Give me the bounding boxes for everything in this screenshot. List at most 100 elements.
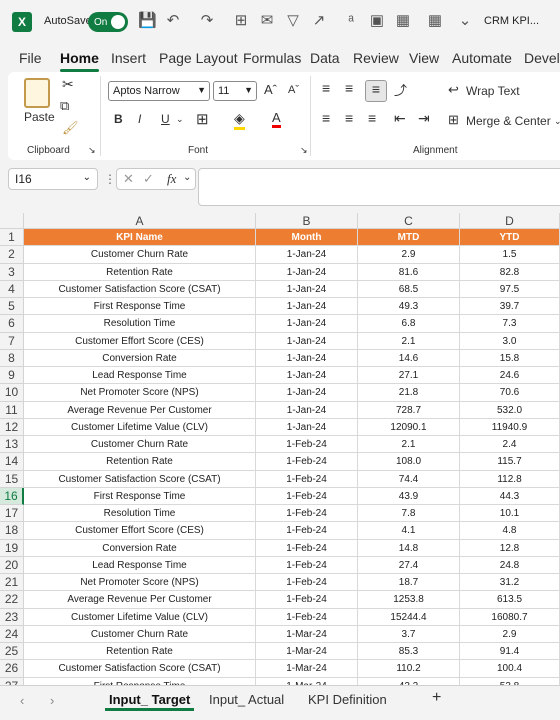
mtd-cell[interactable]: 85.3 bbox=[358, 643, 460, 661]
mtd-cell[interactable]: 15244.4 bbox=[358, 608, 460, 626]
more-icon[interactable]: ⋮ bbox=[104, 172, 116, 186]
month-cell[interactable]: 1-Jan-24 bbox=[256, 246, 358, 264]
calculator2-icon[interactable]: ▦ bbox=[426, 12, 444, 30]
italic-button[interactable]: I bbox=[138, 112, 141, 126]
row-header[interactable]: 15 bbox=[0, 470, 24, 488]
row-header[interactable]: 5 bbox=[0, 298, 24, 316]
tab-page-layout[interactable]: Page Layout bbox=[159, 50, 238, 66]
sheet-tab-input-target[interactable]: Input_ Target bbox=[104, 692, 195, 711]
mtd-cell[interactable]: 110.2 bbox=[358, 660, 460, 678]
month-cell[interactable]: 1-Jan-24 bbox=[256, 384, 358, 402]
increase-indent-icon[interactable]: ⇥ bbox=[418, 110, 430, 127]
mtd-cell[interactable]: 14.8 bbox=[358, 539, 460, 557]
month-cell[interactable]: 1-Feb-24 bbox=[256, 436, 358, 454]
align-center-icon[interactable]: ≡ bbox=[345, 110, 353, 126]
kpi-name-cell[interactable]: Customer Satisfaction Score (CSAT) bbox=[24, 280, 256, 298]
chevron-down-icon[interactable]: ⌄ bbox=[176, 114, 184, 125]
enter-icon[interactable]: ✓ bbox=[143, 171, 154, 187]
sheet-tab-input-actual[interactable]: Input_ Actual bbox=[209, 692, 284, 707]
row-header[interactable]: 24 bbox=[0, 625, 24, 643]
orientation-icon[interactable]: ⤴ bbox=[394, 80, 407, 99]
kpi-name-cell[interactable]: Resolution Time bbox=[24, 505, 256, 523]
kpi-name-cell[interactable]: Retention Rate bbox=[24, 263, 256, 281]
row-header[interactable]: 20 bbox=[0, 556, 24, 574]
sheet-tab-kpi-definition[interactable]: KPI Definition bbox=[308, 692, 387, 707]
mtd-cell[interactable]: 2.1 bbox=[358, 332, 460, 350]
mtd-cell[interactable]: 14.6 bbox=[358, 349, 460, 367]
row-header[interactable]: 7 bbox=[0, 332, 24, 350]
fill-color-icon[interactable]: ◈ bbox=[234, 110, 245, 130]
wrap-text-icon[interactable]: ↩ bbox=[448, 82, 459, 98]
kpi-name-cell[interactable]: Conversion Rate bbox=[24, 349, 256, 367]
save-icon[interactable]: 💾 bbox=[138, 12, 157, 30]
ytd-cell[interactable]: 12.8 bbox=[460, 539, 560, 557]
row-header[interactable]: 21 bbox=[0, 574, 24, 592]
kpi-name-cell[interactable]: First Response Time bbox=[24, 487, 256, 505]
kpi-name-cell[interactable]: Average Revenue Per Customer bbox=[24, 591, 256, 609]
header-cell[interactable]: Month bbox=[256, 229, 358, 247]
kpi-name-cell[interactable]: Net Promoter Score (NPS) bbox=[24, 574, 256, 592]
row-header[interactable]: 26 bbox=[0, 660, 24, 678]
month-cell[interactable]: 1-Feb-24 bbox=[256, 539, 358, 557]
row-header[interactable]: 18 bbox=[0, 522, 24, 540]
mtd-cell[interactable]: 1253.8 bbox=[358, 591, 460, 609]
form-icon[interactable]: ▣ bbox=[368, 12, 386, 30]
ytd-cell[interactable]: 613.5 bbox=[460, 591, 560, 609]
tab-developer[interactable]: Develo bbox=[524, 50, 560, 66]
month-cell[interactable]: 1-Feb-24 bbox=[256, 470, 358, 488]
header-cell[interactable]: YTD bbox=[460, 229, 560, 247]
kpi-name-cell[interactable]: First Response Time bbox=[24, 677, 256, 685]
row-header[interactable]: 12 bbox=[0, 418, 24, 436]
mtd-cell[interactable]: 7.8 bbox=[358, 505, 460, 523]
kpi-name-cell[interactable]: First Response Time bbox=[24, 298, 256, 316]
ytd-cell[interactable]: 532.0 bbox=[460, 401, 560, 419]
calculator-icon[interactable]: ▦ bbox=[394, 12, 412, 30]
kpi-name-cell[interactable]: Retention Rate bbox=[24, 643, 256, 661]
month-cell[interactable]: 1-Jan-24 bbox=[256, 349, 358, 367]
column-header-d[interactable]: D bbox=[460, 213, 560, 229]
ytd-cell[interactable]: 31.2 bbox=[460, 574, 560, 592]
row-header[interactable]: 1 bbox=[0, 229, 24, 247]
month-cell[interactable]: 1-Jan-24 bbox=[256, 332, 358, 350]
tab-home[interactable]: Home bbox=[60, 50, 99, 72]
mtd-cell[interactable]: 108.0 bbox=[358, 453, 460, 471]
month-cell[interactable]: 1-Feb-24 bbox=[256, 608, 358, 626]
row-header[interactable]: 13 bbox=[0, 436, 24, 454]
autosave-toggle[interactable]: On bbox=[88, 12, 128, 32]
mtd-cell[interactable]: 81.6 bbox=[358, 263, 460, 281]
font-size-select[interactable]: 11 ▼ bbox=[213, 81, 257, 101]
kpi-name-cell[interactable]: Net Promoter Score (NPS) bbox=[24, 384, 256, 402]
month-cell[interactable]: 1-Jan-24 bbox=[256, 315, 358, 333]
undo-icon[interactable]: ↶ bbox=[164, 12, 182, 30]
month-cell[interactable]: 1-Jan-24 bbox=[256, 418, 358, 436]
mtd-cell[interactable]: 6.8 bbox=[358, 315, 460, 333]
merge-center-button[interactable]: Merge & Center bbox=[466, 114, 551, 128]
month-cell[interactable]: 1-Feb-24 bbox=[256, 591, 358, 609]
tab-insert[interactable]: Insert bbox=[111, 50, 146, 66]
tab-review[interactable]: Review bbox=[353, 50, 399, 66]
kpi-name-cell[interactable]: Lead Response Time bbox=[24, 556, 256, 574]
filter-icon[interactable]: ▽ bbox=[284, 12, 302, 30]
column-header-b[interactable]: B bbox=[256, 213, 358, 229]
row-header[interactable]: 3 bbox=[0, 263, 24, 281]
clipboard-launcher-icon[interactable]: ↘ bbox=[88, 145, 96, 156]
copy-icon[interactable]: ⧉ bbox=[60, 98, 69, 114]
name-box[interactable]: I16 ⌄ bbox=[8, 168, 98, 190]
ytd-cell[interactable]: 91.4 bbox=[460, 643, 560, 661]
month-cell[interactable]: 1-Feb-24 bbox=[256, 453, 358, 471]
ytd-cell[interactable]: 7.3 bbox=[460, 315, 560, 333]
cancel-icon[interactable]: ✕ bbox=[123, 171, 134, 187]
borders-icon[interactable]: ⊞ bbox=[196, 110, 209, 128]
borders-icon[interactable]: ⊞ bbox=[232, 12, 250, 30]
month-cell[interactable]: 1-Mar-24 bbox=[256, 660, 358, 678]
kpi-name-cell[interactable]: Customer Churn Rate bbox=[24, 625, 256, 643]
insert-function-button[interactable]: fx bbox=[167, 171, 176, 187]
paste-icon[interactable] bbox=[24, 78, 50, 108]
month-cell[interactable]: 1-Mar-24 bbox=[256, 643, 358, 661]
add-sheet-button[interactable]: + bbox=[432, 689, 441, 707]
font-name-select[interactable]: Aptos Narrow ▼ bbox=[108, 81, 210, 101]
row-header[interactable]: 17 bbox=[0, 505, 24, 523]
row-header[interactable]: 8 bbox=[0, 349, 24, 367]
ytd-cell[interactable]: 3.0 bbox=[460, 332, 560, 350]
header-cell[interactable]: KPI Name bbox=[24, 229, 256, 247]
